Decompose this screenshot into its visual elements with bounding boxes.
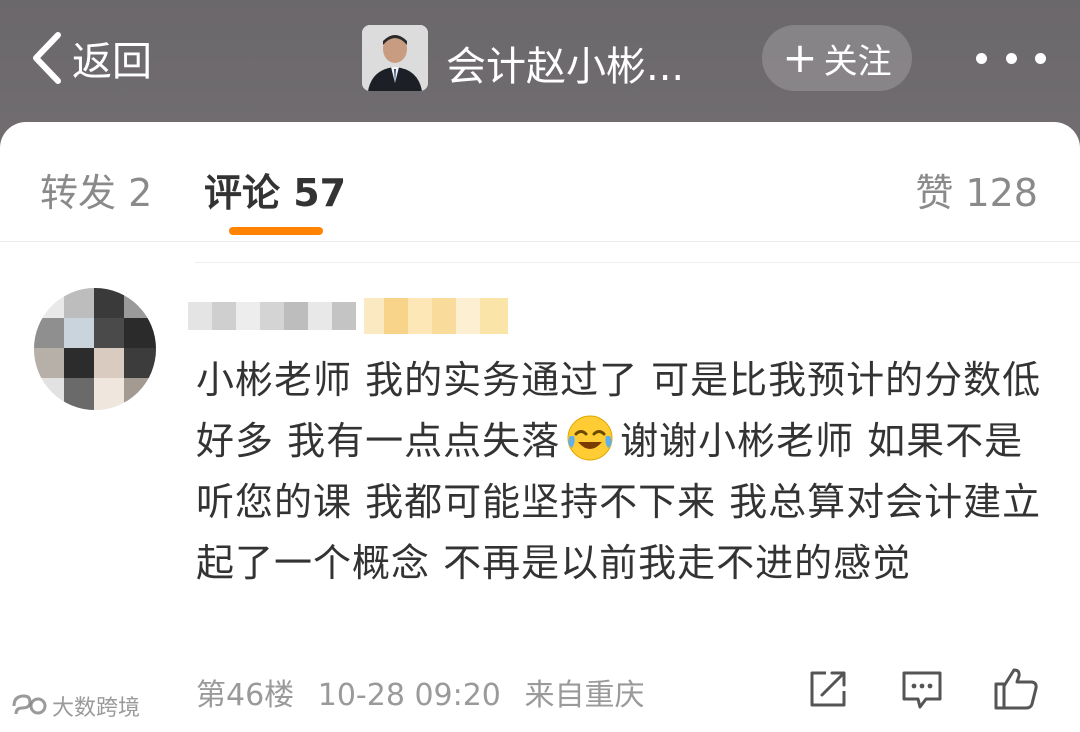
pixelated-avatar [34, 288, 156, 410]
reply-button[interactable] [900, 667, 944, 711]
comment-icon [902, 671, 942, 709]
comment-meta: 第46楼 10-28 09:20 来自重庆 [196, 670, 658, 714]
tab-bar: 转发 2 评论 57 赞 128 [0, 122, 1080, 242]
comment-time: 10-28 09:20 [317, 678, 501, 713]
tab-repost[interactable]: 转发 2 [40, 162, 152, 217]
top-bar: 返回 会计赵小彬... + 关注 [0, 0, 1080, 122]
active-tab-indicator [229, 227, 323, 235]
comment-text: 小彬老师 我的实务通过了 可是比我预计的分数低好多 我有一点点失落 谢谢小彬老师… [196, 350, 1046, 594]
watermark-text: 大数跨境 [52, 696, 141, 721]
author-portrait [362, 25, 428, 91]
like-button[interactable] [992, 664, 1040, 712]
commenter-avatar[interactable] [34, 288, 156, 410]
divider [195, 262, 1080, 263]
follow-label: 关注 [823, 41, 892, 82]
share-icon [810, 671, 846, 707]
back-button[interactable]: 返回 [30, 28, 152, 88]
blurred-username [188, 298, 508, 334]
plus-icon: + [782, 33, 818, 82]
share-button[interactable] [806, 667, 850, 711]
dot [1005, 52, 1017, 64]
follow-button[interactable]: + 关注 [762, 25, 912, 91]
back-label: 返回 [72, 39, 152, 85]
weibo-comment-page: 返回 会计赵小彬... + 关注 转发 2 评论 57 赞 128 小彬老师 我… [0, 0, 1080, 732]
tab-comments[interactable]: 评论 57 [204, 162, 346, 217]
author-avatar[interactable] [362, 25, 428, 91]
author-title: 会计赵小彬... [446, 44, 685, 90]
laughing-crying-emoji [567, 415, 613, 461]
more-dots-icon[interactable] [976, 42, 1046, 74]
commenter-name-blurred[interactable] [188, 298, 513, 334]
comment-source: 来自重庆 [524, 678, 645, 713]
watermark: 大数跨境 [8, 690, 140, 722]
tab-likes[interactable]: 赞 128 [915, 162, 1038, 217]
thumbs-up-icon [994, 668, 1038, 710]
comments-card: 转发 2 评论 57 赞 128 小彬老师 我的实务通过了 可是比我预计的分数低… [0, 122, 1080, 732]
dot [1035, 52, 1046, 64]
dot [976, 52, 987, 64]
comment-floor: 第46楼 [196, 678, 295, 713]
watermark-logo-icon [12, 694, 47, 715]
chevron-left-icon [33, 32, 61, 84]
